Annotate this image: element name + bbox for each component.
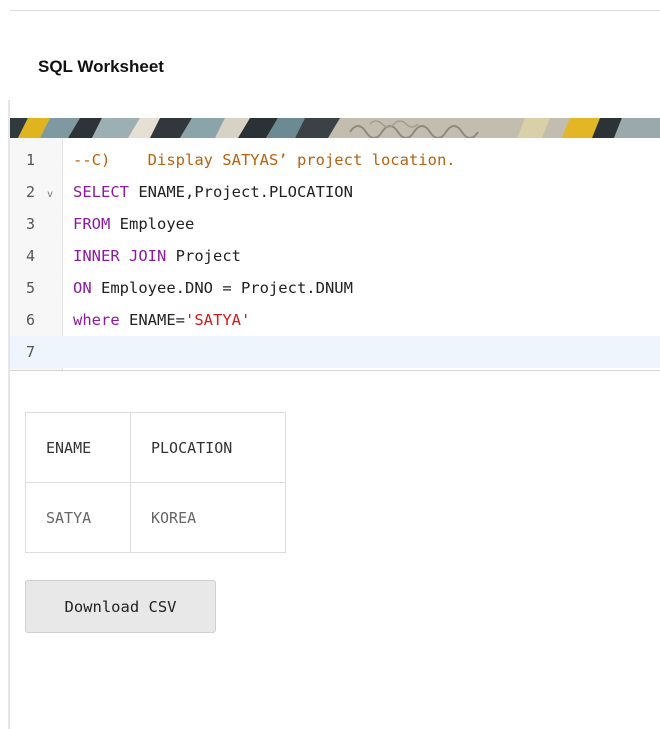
line-number: 7 <box>26 343 36 361</box>
line-number: 2 <box>26 183 36 201</box>
sql-editor[interactable]: 1 --C) Display SATYAS’ project location. 2… <box>10 138 660 371</box>
sql-comment: --C) Display SATYAS’ project location. <box>73 151 456 169</box>
code-text: SELECT ENAME,Project.PLOCATION <box>73 176 353 208</box>
sql-token: ENAME= <box>119 311 185 329</box>
decorative-banner <box>10 118 660 138</box>
table-header-row: ENAME PLOCATION <box>25 412 286 483</box>
column-header-plocation: PLOCATION <box>130 412 286 483</box>
fold-toggle-icon[interactable]: v <box>47 179 53 211</box>
cell-ename: SATYA <box>25 482 131 553</box>
code-text: ON Employee.DNO = Project.DNUM <box>73 272 353 304</box>
column-header-ename: ENAME <box>25 412 131 483</box>
line-number: 5 <box>26 279 36 297</box>
sql-keyword: ON <box>73 279 92 297</box>
code-line[interactable]: 1 --C) Display SATYAS’ project location. <box>10 144 660 176</box>
code-line[interactable]: 4 INNER JOIN Project <box>10 240 660 272</box>
code-text: where ENAME='SATYA' <box>73 304 250 336</box>
sql-string: 'SATYA' <box>185 311 251 329</box>
sql-token: Employee <box>110 215 195 233</box>
code-text: FROM Employee <box>73 208 194 240</box>
code-line[interactable]: 6 where ENAME='SATYA' <box>10 304 660 336</box>
cell-plocation: KOREA <box>130 482 286 553</box>
results-table: ENAME PLOCATION SATYA KOREA <box>25 412 286 553</box>
sql-token: Project <box>166 247 241 265</box>
sql-token: Employee.DNO = Project.DNUM <box>91 279 353 297</box>
table-row: SATYA KOREA <box>25 482 286 553</box>
sql-keyword: SELECT <box>73 183 129 201</box>
code-line[interactable]: 7 <box>10 336 660 368</box>
code-text: INNER JOIN Project <box>73 240 241 272</box>
top-divider <box>10 10 660 11</box>
page-title: SQL Worksheet <box>38 57 164 76</box>
code-line[interactable]: 3 FROM Employee <box>10 208 660 240</box>
sql-keyword: FROM <box>73 215 111 233</box>
code-line[interactable]: 2 v SELECT ENAME,Project.PLOCATION <box>10 176 660 208</box>
line-number: 6 <box>26 311 36 329</box>
line-number: 3 <box>26 215 36 233</box>
download-csv-button[interactable]: Download CSV <box>25 580 216 633</box>
sql-keyword: where <box>73 311 120 329</box>
sql-keyword: INNER JOIN <box>73 247 167 265</box>
code-line[interactable]: 5 ON Employee.DNO = Project.DNUM <box>10 272 660 304</box>
line-number: 1 <box>26 151 36 169</box>
code-text: --C) Display SATYAS’ project location. <box>73 144 456 176</box>
sql-token: ENAME,Project.PLOCATION <box>129 183 353 201</box>
line-number: 4 <box>26 247 36 265</box>
